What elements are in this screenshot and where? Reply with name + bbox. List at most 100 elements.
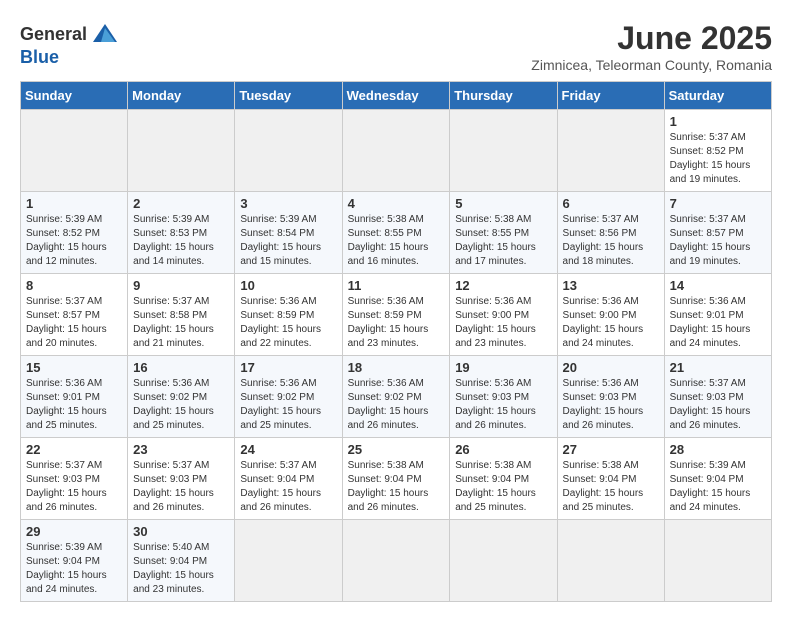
day-cell: 30 Sunrise: 5:40 AMSunset: 9:04 PMDayligh… <box>128 520 235 602</box>
day-info: Sunrise: 5:36 AMSunset: 9:00 PMDaylight:… <box>563 295 659 351</box>
day-info: Sunrise: 5:39 AMSunset: 8:54 PMDaylight:… <box>240 213 336 269</box>
day-cell: 14Sunrise: 5:36 AMSunset: 9:01 PMDayligh… <box>664 274 771 356</box>
week-row-3: 8Sunrise: 5:37 AMSunset: 8:57 PMDaylight… <box>21 274 772 356</box>
day-info: Sunrise: 5:36 AMSunset: 9:01 PMDaylight:… <box>26 377 122 433</box>
day-info: Sunrise: 5:37 AMSunset: 9:03 PMDaylight:… <box>133 459 229 515</box>
day-number: 25 <box>348 442 445 457</box>
weekday-header-friday: Friday <box>557 82 664 110</box>
week-row-4: 15Sunrise: 5:36 AMSunset: 9:01 PMDayligh… <box>21 356 772 438</box>
weekday-header-sunday: Sunday <box>21 82 128 110</box>
day-cell: 22Sunrise: 5:37 AMSunset: 9:03 PMDayligh… <box>21 438 128 520</box>
day-info: Sunrise: 5:36 AMSunset: 9:02 PMDaylight:… <box>240 377 336 433</box>
day-info: Sunrise: 5:36 AMSunset: 9:00 PMDaylight:… <box>455 295 551 351</box>
day-number: 18 <box>348 360 445 375</box>
day-info: Sunrise: 5:37 AMSunset: 8:56 PMDaylight:… <box>563 213 659 269</box>
day-cell: 6 Sunrise: 5:37 AMSunset: 8:56 PMDaylight… <box>557 192 664 274</box>
day-cell: 7 Sunrise: 5:37 AMSunset: 8:57 PMDaylight… <box>664 192 771 274</box>
day-info: Sunrise: 5:38 AMSunset: 9:04 PMDaylight:… <box>563 459 659 515</box>
day-cell: 24 Sunrise: 5:37 AMSunset: 9:04 PMDayligh… <box>235 438 342 520</box>
day-number: 16 <box>133 360 229 375</box>
day-cell: 9Sunrise: 5:37 AMSunset: 8:58 PMDaylight… <box>128 274 235 356</box>
day-cell <box>450 520 557 602</box>
day-number: 24 <box>240 442 336 457</box>
day-number: 7 <box>670 196 766 211</box>
day-info: Sunrise: 5:38 AMSunset: 8:55 PMDaylight:… <box>455 213 551 269</box>
day-cell: 1 Sunrise: 5:37 AMSunset: 8:52 PMDaylight… <box>664 110 771 192</box>
day-number: 6 <box>563 196 659 211</box>
day-cell: 23 Sunrise: 5:37 AMSunset: 9:03 PMDayligh… <box>128 438 235 520</box>
logo-icon <box>91 20 119 48</box>
day-cell <box>21 110 128 192</box>
day-number: 21 <box>670 360 766 375</box>
day-number: 28 <box>670 442 766 457</box>
day-number: 13 <box>563 278 659 293</box>
week-row-1: 1 Sunrise: 5:37 AMSunset: 8:52 PMDaylight… <box>21 110 772 192</box>
day-info: Sunrise: 5:40 AMSunset: 9:04 PMDaylight:… <box>133 541 229 597</box>
day-cell: 2Sunrise: 5:39 AMSunset: 8:53 PMDaylight… <box>128 192 235 274</box>
day-cell: 3 Sunrise: 5:39 AMSunset: 8:54 PMDaylight… <box>235 192 342 274</box>
day-info: Sunrise: 5:37 AMSunset: 9:04 PMDaylight:… <box>240 459 336 515</box>
calendar-title: June 2025 <box>531 20 772 57</box>
day-info: Sunrise: 5:38 AMSunset: 8:55 PMDaylight:… <box>348 213 445 269</box>
day-number: 23 <box>133 442 229 457</box>
day-number: 19 <box>455 360 551 375</box>
day-cell: 4Sunrise: 5:38 AMSunset: 8:55 PMDaylight… <box>342 192 450 274</box>
day-info: Sunrise: 5:39 AMSunset: 9:04 PMDaylight:… <box>26 541 122 597</box>
day-info: Sunrise: 5:37 AMSunset: 8:57 PMDaylight:… <box>670 213 766 269</box>
day-number: 3 <box>240 196 336 211</box>
day-info: Sunrise: 5:37 AMSunset: 9:03 PMDaylight:… <box>26 459 122 515</box>
day-cell: 11 Sunrise: 5:36 AMSunset: 8:59 PMDayligh… <box>342 274 450 356</box>
title-area: June 2025 Zimnicea, Teleorman County, Ro… <box>531 20 772 73</box>
day-number: 5 <box>455 196 551 211</box>
calendar-body: 1 Sunrise: 5:37 AMSunset: 8:52 PMDaylight… <box>21 110 772 602</box>
day-number: 10 <box>240 278 336 293</box>
day-number: 14 <box>670 278 766 293</box>
day-cell <box>664 520 771 602</box>
day-cell: 27 Sunrise: 5:38 AMSunset: 9:04 PMDayligh… <box>557 438 664 520</box>
day-info: Sunrise: 5:36 AMSunset: 9:02 PMDaylight:… <box>133 377 229 433</box>
day-cell: 13 Sunrise: 5:36 AMSunset: 9:00 PMDayligh… <box>557 274 664 356</box>
day-number: 27 <box>563 442 659 457</box>
day-cell: 26Sunrise: 5:38 AMSunset: 9:04 PMDayligh… <box>450 438 557 520</box>
day-number: 1 <box>670 114 766 129</box>
day-cell: 29 Sunrise: 5:39 AMSunset: 9:04 PMDayligh… <box>21 520 128 602</box>
day-info: Sunrise: 5:37 AMSunset: 9:03 PMDaylight:… <box>670 377 766 433</box>
day-cell <box>342 520 450 602</box>
day-cell <box>235 110 342 192</box>
day-cell: 19 Sunrise: 5:36 AMSunset: 9:03 PMDayligh… <box>450 356 557 438</box>
day-info: Sunrise: 5:39 AMSunset: 8:53 PMDaylight:… <box>133 213 229 269</box>
day-number: 17 <box>240 360 336 375</box>
page-header: General Blue June 2025 Zimnicea, Teleorm… <box>20 20 772 73</box>
weekday-header-row: SundayMondayTuesdayWednesdayThursdayFrid… <box>21 82 772 110</box>
day-info: Sunrise: 5:37 AMSunset: 8:52 PMDaylight:… <box>670 131 766 187</box>
day-cell: 17 Sunrise: 5:36 AMSunset: 9:02 PMDayligh… <box>235 356 342 438</box>
day-cell: 18Sunrise: 5:36 AMSunset: 9:02 PMDayligh… <box>342 356 450 438</box>
calendar-subtitle: Zimnicea, Teleorman County, Romania <box>531 57 772 73</box>
day-cell: 20 Sunrise: 5:36 AMSunset: 9:03 PMDayligh… <box>557 356 664 438</box>
logo-blue: Blue <box>20 48 59 66</box>
week-row-5: 22Sunrise: 5:37 AMSunset: 9:03 PMDayligh… <box>21 438 772 520</box>
day-cell: 16 Sunrise: 5:36 AMSunset: 9:02 PMDayligh… <box>128 356 235 438</box>
day-cell: 5 Sunrise: 5:38 AMSunset: 8:55 PMDaylight… <box>450 192 557 274</box>
day-info: Sunrise: 5:39 AMSunset: 9:04 PMDaylight:… <box>670 459 766 515</box>
day-info: Sunrise: 5:38 AMSunset: 9:04 PMDaylight:… <box>455 459 551 515</box>
day-cell <box>128 110 235 192</box>
day-cell: 21 Sunrise: 5:37 AMSunset: 9:03 PMDayligh… <box>664 356 771 438</box>
day-info: Sunrise: 5:36 AMSunset: 8:59 PMDaylight:… <box>348 295 445 351</box>
day-cell: 15Sunrise: 5:36 AMSunset: 9:01 PMDayligh… <box>21 356 128 438</box>
week-row-2: 1Sunrise: 5:39 AMSunset: 8:52 PMDaylight… <box>21 192 772 274</box>
day-cell <box>557 520 664 602</box>
day-cell <box>450 110 557 192</box>
day-cell <box>557 110 664 192</box>
day-cell: 12 Sunrise: 5:36 AMSunset: 9:00 PMDayligh… <box>450 274 557 356</box>
day-number: 12 <box>455 278 551 293</box>
day-number: 30 <box>133 524 229 539</box>
day-info: Sunrise: 5:36 AMSunset: 9:03 PMDaylight:… <box>563 377 659 433</box>
day-info: Sunrise: 5:36 AMSunset: 9:03 PMDaylight:… <box>455 377 551 433</box>
day-number: 29 <box>26 524 122 539</box>
day-cell: 8Sunrise: 5:37 AMSunset: 8:57 PMDaylight… <box>21 274 128 356</box>
day-info: Sunrise: 5:38 AMSunset: 9:04 PMDaylight:… <box>348 459 445 515</box>
day-number: 11 <box>348 278 445 293</box>
day-number: 20 <box>563 360 659 375</box>
day-number: 9 <box>133 278 229 293</box>
